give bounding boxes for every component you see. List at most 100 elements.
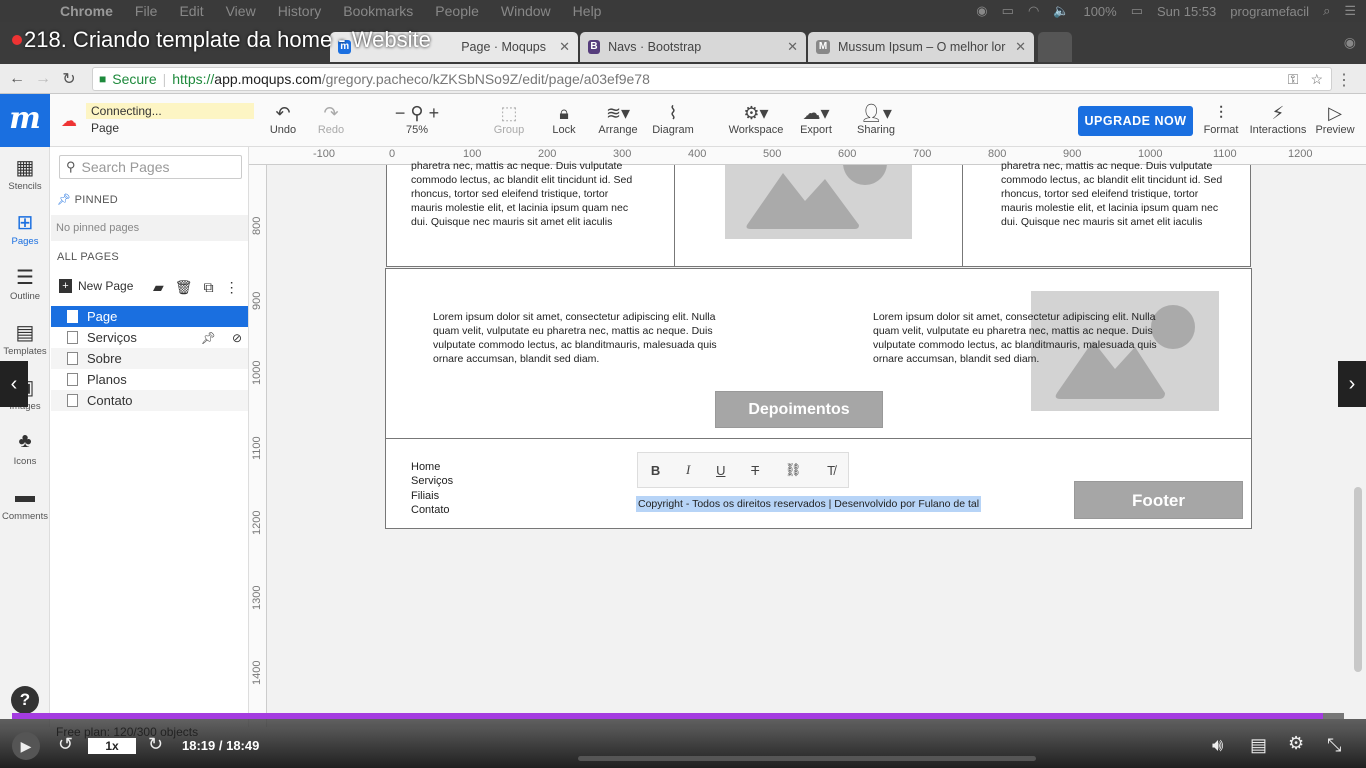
menu-help[interactable]: Help: [573, 3, 602, 19]
trash-icon[interactable]: 🗑︎: [175, 279, 193, 296]
diagram-button[interactable]: ⌇ Diagram: [650, 102, 696, 136]
menu-bookmarks[interactable]: Bookmarks: [343, 3, 413, 19]
format-button[interactable]: ⫶ Format: [1202, 102, 1240, 136]
close-icon[interactable]: ✕: [787, 39, 798, 55]
feature-box-1[interactable]: pharetra nec, mattis ac neque. Duis vulp…: [386, 160, 675, 267]
page-scrollbar[interactable]: [578, 756, 1036, 761]
clock[interactable]: Sun 15:53: [1157, 4, 1216, 19]
volume-icon[interactable]: 🔊︎: [1212, 735, 1223, 756]
new-tab-button[interactable]: [1038, 32, 1072, 62]
search-pages-input[interactable]: ⚲ Search Pages: [59, 155, 242, 179]
forward-arrow-icon[interactable]: →: [30, 70, 56, 88]
record-icon[interactable]: ◉: [976, 3, 987, 19]
menu-view[interactable]: View: [226, 3, 256, 19]
arrange-button[interactable]: ≋▾ Arrange: [596, 102, 640, 136]
menu-window[interactable]: Window: [501, 3, 551, 19]
url-field[interactable]: ■ Secure | https:// app.moqups.com /greg…: [92, 67, 1332, 91]
new-page-button[interactable]: + New Page: [59, 279, 133, 293]
depoimentos-button[interactable]: Depoimentos: [715, 391, 883, 428]
page-item-servicos[interactable]: Serviços 📌︎ ⊘: [51, 327, 248, 348]
export-button[interactable]: ☁▾ Export: [796, 102, 836, 136]
current-page-name[interactable]: Page: [91, 121, 119, 135]
close-icon[interactable]: ✕: [1015, 39, 1026, 55]
tab-bootstrap[interactable]: B Navs · Bootstrap ✕: [580, 32, 806, 62]
canvas-scrollbar[interactable]: [1354, 487, 1362, 672]
menu-edit[interactable]: Edit: [179, 3, 203, 19]
help-icon[interactable]: ?: [11, 686, 39, 714]
strikethrough-icon[interactable]: T: [751, 463, 759, 478]
feature-box-3[interactable]: pharetra nec, mattis ac neque. Duis vulp…: [962, 160, 1251, 267]
forward-icon[interactable]: ↻: [148, 734, 163, 755]
back-arrow-icon[interactable]: ←: [4, 70, 30, 88]
undo-button[interactable]: ↶ Undo: [268, 102, 298, 136]
feature-text-3[interactable]: pharetra nec, mattis ac neque. Duis vulp…: [1001, 159, 1231, 227]
rail-templates[interactable]: ▤ Templates: [0, 320, 50, 357]
page-item-page[interactable]: Page: [51, 306, 248, 327]
link-icon[interactable]: ⛓: [785, 462, 802, 478]
close-icon[interactable]: ✕: [559, 39, 570, 55]
page-item-planos[interactable]: Planos: [51, 369, 248, 390]
menu-file[interactable]: File: [135, 3, 158, 19]
next-arrow-icon[interactable]: ›: [1338, 361, 1366, 407]
zoom-control[interactable]: − ⚲ +75%: [386, 102, 448, 136]
design-canvas[interactable]: -100 0 100 200 300 400 500 600 700 800 9…: [249, 147, 1366, 727]
more-icon[interactable]: ⋮: [225, 279, 239, 296]
user-name[interactable]: programefacil: [1230, 4, 1309, 19]
underline-icon[interactable]: U: [716, 463, 725, 478]
italic-icon[interactable]: I: [686, 462, 690, 478]
rail-pages[interactable]: ⊞ Pages: [0, 210, 50, 247]
menu-people[interactable]: People: [435, 3, 479, 19]
footer-link-contato[interactable]: Contato: [411, 504, 450, 516]
upgrade-now-button[interactable]: UPGRADE NOW: [1078, 106, 1193, 136]
rail-stencils[interactable]: ▦ Stencils: [0, 155, 50, 192]
sharing-button[interactable]: 👤︎▾ Sharing: [854, 102, 898, 136]
battery-icon[interactable]: ▭: [1131, 3, 1143, 19]
notification-center-icon[interactable]: ☰: [1344, 3, 1356, 19]
hide-icon[interactable]: ⊘: [232, 331, 242, 345]
clear-format-icon[interactable]: T̸: [827, 463, 835, 478]
testimonial-text-2[interactable]: Lorem ipsum dolor sit amet, consectetur …: [873, 310, 1173, 366]
play-icon[interactable]: ▶: [12, 732, 40, 760]
captions-icon[interactable]: ▤: [1250, 735, 1267, 756]
volume-icon[interactable]: 🔈: [1053, 3, 1069, 19]
interactions-button[interactable]: ⚡︎ Interactions: [1248, 102, 1308, 136]
pin-icon[interactable]: 📌︎: [201, 331, 216, 345]
menu-app-name[interactable]: Chrome: [60, 3, 113, 19]
reload-icon[interactable]: ↻: [56, 69, 82, 89]
rail-outline[interactable]: ☰ Outline: [0, 265, 50, 302]
footer-link-home[interactable]: Home: [411, 461, 440, 473]
page-item-sobre[interactable]: Sobre: [51, 348, 248, 369]
footer-link-filiais[interactable]: Filiais: [411, 490, 439, 502]
battery-percent[interactable]: 100%: [1083, 4, 1116, 19]
rail-icons[interactable]: ♣ Icons: [0, 430, 50, 467]
key-icon[interactable]: ⚿: [1288, 71, 1299, 88]
preview-button[interactable]: ▷ Preview: [1314, 102, 1356, 136]
wifi-icon[interactable]: ◠: [1028, 3, 1039, 19]
playback-speed[interactable]: 1x: [88, 738, 136, 754]
moqups-logo[interactable]: m: [0, 94, 50, 147]
testimonials-section[interactable]: Lorem ipsum dolor sit amet, consectetur …: [385, 268, 1252, 439]
settings-gear-icon[interactable]: ⚙: [1288, 733, 1304, 754]
prev-arrow-icon[interactable]: ‹: [0, 361, 28, 407]
profile-icon[interactable]: ◉: [1344, 34, 1356, 51]
spotlight-icon[interactable]: ⌕: [1323, 3, 1330, 19]
add-folder-icon[interactable]: ▰: [153, 279, 164, 296]
footer-link-servicos[interactable]: Serviços: [411, 475, 453, 487]
rewind-icon[interactable]: ↺: [58, 734, 73, 755]
group-button[interactable]: ⬚ Group: [492, 102, 526, 136]
redo-button[interactable]: ↷ Redo: [316, 102, 346, 136]
rail-comments[interactable]: ▬ Comments: [0, 485, 50, 522]
star-icon[interactable]: ☆: [1310, 71, 1323, 88]
chrome-menu-icon[interactable]: ⋮: [1336, 70, 1352, 90]
copyright-text[interactable]: Copyright - Todos os direitos reservados…: [636, 496, 982, 512]
menu-history[interactable]: History: [278, 3, 322, 19]
tab-mussum[interactable]: M Mussum Ipsum – O melhor lor ✕: [808, 32, 1034, 62]
feature-box-2[interactable]: [674, 165, 963, 267]
workspace-button[interactable]: ⚙▾ Workspace: [728, 102, 784, 136]
duplicate-icon[interactable]: ⧉: [204, 279, 214, 296]
lock-button[interactable]: 🔒︎ Lock: [548, 102, 580, 136]
exit-fullscreen-icon[interactable]: ⤡: [1327, 735, 1341, 756]
footer-button[interactable]: Footer: [1074, 481, 1243, 519]
airplay-icon[interactable]: ▭: [1002, 3, 1014, 19]
page-item-contato[interactable]: Contato: [51, 390, 248, 411]
